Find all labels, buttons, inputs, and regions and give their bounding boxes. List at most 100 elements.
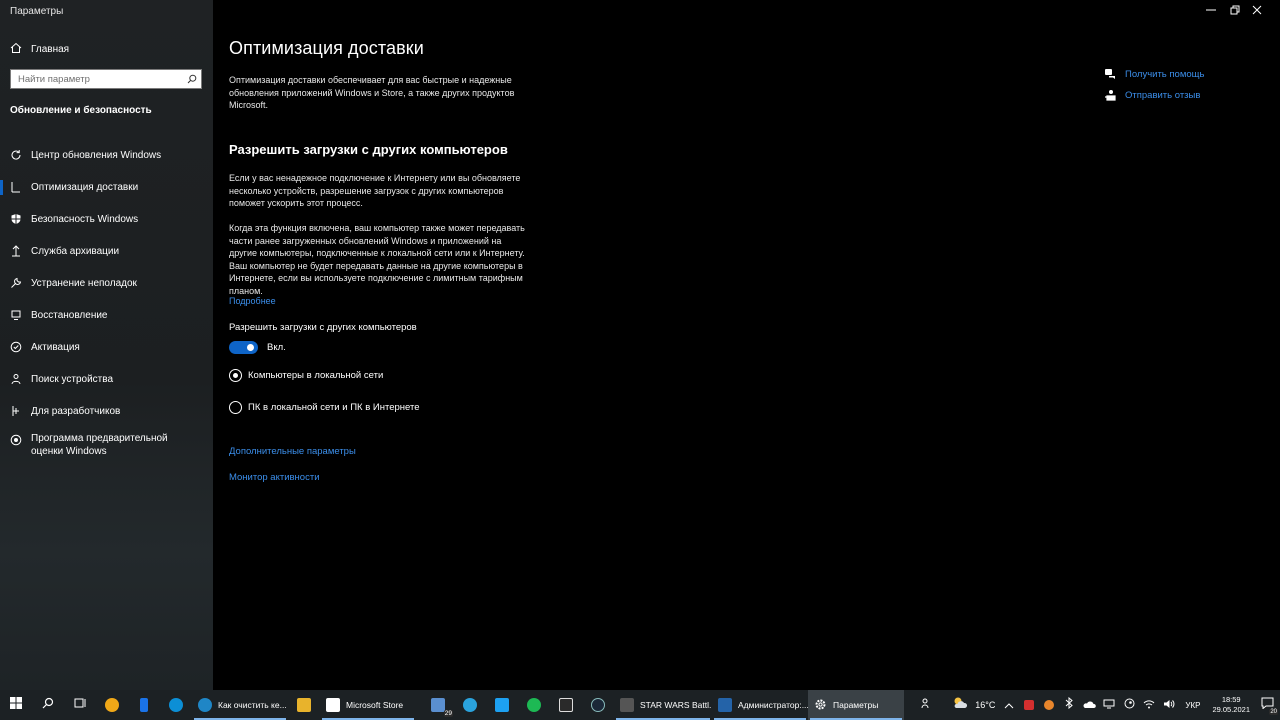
section-title: Обновление и безопасность [10,105,152,116]
mail-icon [431,698,445,712]
insider-icon [10,434,22,446]
shield-icon [10,213,22,225]
tray-app-red[interactable] [1021,690,1037,720]
telegram-icon [463,698,477,712]
sidebar-item-troubleshoot[interactable]: Устранение неполадок [0,267,213,299]
send-feedback-link[interactable]: Отправить отзыв [1104,89,1200,101]
get-help-link[interactable]: Получить помощь [1104,68,1204,80]
volume-icon [1163,696,1175,714]
twitter-icon [495,698,509,712]
taskbar-app-label: STAR WARS Battl... [640,700,712,710]
taskbar-app-store[interactable]: Microsoft Store [320,690,416,720]
tray-app-orange[interactable] [1041,690,1057,720]
activity-monitor-link[interactable]: Монитор активности [229,472,320,483]
sidebar-item-label: Для разработчиков [31,405,121,417]
chevron-up-icon [1004,696,1014,714]
tray-bluetooth[interactable] [1061,690,1077,720]
store-icon [326,698,340,712]
system-tray: 16°C УКР 18:59 29.05.2021 20 [917,690,1280,720]
search-input[interactable] [11,70,183,88]
radio-label: ПК в локальной сети и ПК в Интернете [248,402,420,413]
taskbar-app-starwars[interactable]: STAR WARS Battl... [614,690,712,720]
clock-time: 18:59 [1221,695,1241,704]
taskbar-spotify[interactable] [518,690,550,720]
sidebar-item-windows-security[interactable]: Безопасность Windows [0,203,213,235]
radio-label: Компьютеры в локальной сети [248,370,384,381]
advanced-options-link[interactable]: Дополнительные параметры [229,446,356,457]
steam-icon [591,698,605,712]
taskbar-twitter[interactable] [486,690,518,720]
spotify-icon [527,698,541,712]
weather-button[interactable] [951,690,969,720]
taskbar: Как очистить ке... Microsoft Store 29 ST… [0,690,1280,720]
taskbar-mail[interactable]: 29 [422,690,454,720]
sidebar-item-recovery[interactable]: Восстановление [0,299,213,331]
backup-arrow-icon [10,245,22,257]
description-paragraph-2: Когда эта функция включена, ваш компьюте… [229,223,525,296]
edge-icon [169,698,183,712]
recovery-icon [10,309,22,321]
blue-app-icon [140,698,148,712]
toggle-state-label: Вкл. [267,342,286,353]
search-icon[interactable] [183,70,201,88]
intro-text: Оптимизация доставки обеспечивает для ва… [229,75,515,110]
taskbar-edge[interactable] [160,690,192,720]
learn-more-link[interactable]: Подробнее [229,296,276,306]
sidebar-item-developers[interactable]: Для разработчиков [0,395,213,427]
radio-button[interactable] [229,369,242,382]
sidebar-item-label: Устранение неполадок [31,277,137,289]
search-button[interactable] [32,690,64,720]
sidebar-item-insider[interactable]: Программа предварительной оценки Windows [0,427,213,471]
steam-tray-icon [1124,696,1135,714]
radio-local-network[interactable]: Компьютеры в локальной сети [229,369,383,382]
home-label: Главная [31,43,70,55]
tray-volume[interactable] [1161,690,1177,720]
taskbar-steam[interactable] [582,690,614,720]
taskbar-explorer[interactable] [288,690,320,720]
search-box[interactable] [10,69,202,89]
sidebar-item-activation[interactable]: Активация [0,331,213,363]
taskbar-app-browser-page[interactable]: Как очистить ке... [192,690,288,720]
people-button[interactable] [919,690,935,720]
home-link[interactable]: Главная [10,41,69,57]
taskbar-search-icon [42,696,54,714]
home-icon [10,42,22,57]
refresh-icon [10,149,22,161]
folder-icon [297,698,311,712]
wifi-icon [1143,696,1155,714]
epic-games-icon [559,698,573,712]
radio-local-and-internet[interactable]: ПК в локальной сети и ПК в Интернете [229,401,420,414]
taskbar-app-settings[interactable]: Параметры [808,690,904,720]
sidebar-item-windows-update[interactable]: Центр обновления Windows [0,139,213,171]
taskbar-app-label: Параметры [833,700,879,710]
input-language[interactable]: УКР [1179,701,1206,710]
radio-button[interactable] [229,401,242,414]
start-button[interactable] [0,690,32,720]
clock[interactable]: 18:59 29.05.2021 [1206,695,1256,715]
taskbar-app-label: Microsoft Store [346,700,404,710]
action-center-button[interactable]: 20 [1258,690,1278,720]
send-feedback-label: Отправить отзыв [1125,89,1201,101]
sidebar-item-label: Активация [31,341,80,353]
sidebar-item-label: Оптимизация доставки [31,181,139,193]
sidebar-item-backup[interactable]: Служба архивации [0,235,213,267]
taskbar-epic[interactable] [550,690,582,720]
taskbar-app-blue[interactable] [128,690,160,720]
windows-logo-icon [10,696,22,714]
help-chat-icon [1104,68,1116,80]
task-view-button[interactable] [64,690,96,720]
tray-display[interactable] [1101,690,1117,720]
bluetooth-icon [1065,696,1074,714]
tray-chevron-button[interactable] [1001,690,1017,720]
taskbar-telegram[interactable] [454,690,486,720]
taskbar-app-orange[interactable] [96,690,128,720]
tray-network[interactable] [1141,690,1157,720]
taskbar-app-powershell[interactable]: Администратор:... [712,690,808,720]
people-icon [921,696,933,714]
sidebar-item-delivery-optimization[interactable]: Оптимизация доставки [0,171,213,203]
tray-steam[interactable] [1121,690,1137,720]
tray-onedrive[interactable] [1081,690,1097,720]
monitor-icon [1103,696,1115,714]
sidebar-item-find-device[interactable]: Поиск устройства [0,363,213,395]
allow-downloads-toggle[interactable] [229,341,258,354]
